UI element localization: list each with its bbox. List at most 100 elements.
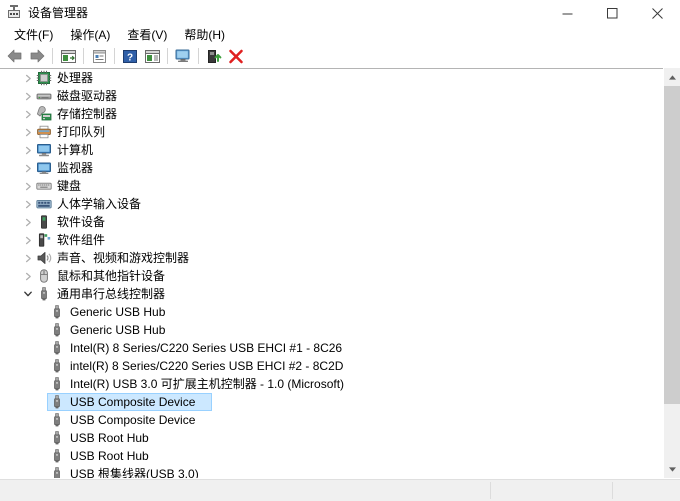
scroll-down-button[interactable] xyxy=(664,461,680,478)
vertical-scrollbar[interactable] xyxy=(663,68,680,478)
usb-device-icon xyxy=(49,358,65,374)
scroll-up-button[interactable] xyxy=(664,69,680,86)
menu-bar: 文件(F) 操作(A) 查看(V) 帮助(H) xyxy=(0,26,680,45)
menu-help[interactable]: 帮助(H) xyxy=(176,27,234,44)
display-icon xyxy=(175,49,190,62)
minimize-icon xyxy=(562,13,573,14)
device-tree-pane[interactable]: 处理器 磁盘驱动器 存储控制器 打印队列 计算机 监视器 键盘 人体学输入设备 … xyxy=(0,68,680,478)
scrollbar-thumb[interactable] xyxy=(664,86,680,404)
scan-hardware-changes-button[interactable] xyxy=(141,46,163,66)
tree-leaf-generic-usb-hub-1[interactable]: Generic USB Hub xyxy=(0,303,663,321)
tree-node-print-queues[interactable]: 打印队列 xyxy=(0,123,663,141)
mouse-icon xyxy=(36,268,52,284)
usb-controller-icon xyxy=(36,286,52,302)
chevron-right-icon[interactable] xyxy=(20,249,36,267)
properties-icon xyxy=(92,49,106,63)
help-button[interactable]: ? xyxy=(119,46,141,66)
scrollbar-track[interactable] xyxy=(664,404,680,461)
back-button[interactable] xyxy=(4,46,26,66)
tree-leaf-label: Generic USB Hub xyxy=(70,305,166,319)
tree-node-sound-video-game[interactable]: 声音、视频和游戏控制器 xyxy=(0,249,663,267)
show-hide-console-tree-button[interactable] xyxy=(57,46,79,66)
back-arrow-icon xyxy=(7,49,22,63)
tree-leaf-usb-root-hub-usb30[interactable]: USB 根集线器(USB 3.0) xyxy=(0,465,663,478)
chevron-right-icon[interactable] xyxy=(20,267,36,285)
tree-node-label: 软件组件 xyxy=(57,233,106,247)
close-button[interactable] xyxy=(635,0,680,26)
tree-node-usb-controllers[interactable]: 通用串行总线控制器 xyxy=(0,285,663,303)
toolbar-separator-2 xyxy=(83,48,84,64)
chevron-right-icon[interactable] xyxy=(20,105,36,123)
tree-leaf-intel-ehci-1[interactable]: Intel(R) 8 Series/C220 Series USB EHCI #… xyxy=(0,339,663,357)
tree-node-mice[interactable]: 鼠标和其他指针设备 xyxy=(0,267,663,285)
chevron-right-icon[interactable] xyxy=(20,141,36,159)
uninstall-device-button[interactable] xyxy=(225,46,247,66)
menu-view[interactable]: 查看(V) xyxy=(119,27,176,44)
tree-node-storage-controllers[interactable]: 存储控制器 xyxy=(0,105,663,123)
chevron-right-icon[interactable] xyxy=(20,213,36,231)
forward-button[interactable] xyxy=(26,46,48,66)
tree-leaf-label: Generic USB Hub xyxy=(70,323,166,337)
tree-node-label: 键盘 xyxy=(57,179,82,193)
monitor-icon xyxy=(36,160,52,176)
tree-leaf-generic-usb-hub-2[interactable]: Generic USB Hub xyxy=(0,321,663,339)
tree-leaf-intel-usb3-xhci[interactable]: Intel(R) USB 3.0 可扩展主机控制器 - 1.0 (Microso… xyxy=(0,375,663,393)
toolbar: ? xyxy=(0,45,680,67)
tree-leaf-intel-ehci-2[interactable]: intel(R) 8 Series/C220 Series USB EHCI #… xyxy=(0,357,663,375)
show-hide-console-tree-icon xyxy=(60,49,76,63)
tree-node-disk-drives[interactable]: 磁盘驱动器 xyxy=(0,87,663,105)
tree-node-label: 人体学输入设备 xyxy=(57,197,142,211)
uninstall-device-icon xyxy=(229,49,243,63)
tree-node-computer[interactable]: 计算机 xyxy=(0,141,663,159)
update-driver-icon xyxy=(207,49,221,63)
display-button[interactable] xyxy=(172,46,194,66)
help-icon: ? xyxy=(123,49,137,63)
maximize-button[interactable] xyxy=(590,0,635,26)
storage-controller-icon xyxy=(36,106,52,122)
menu-file[interactable]: 文件(F) xyxy=(6,27,62,44)
tree-leaf-usb-composite-device-selected[interactable]: USB Composite Device xyxy=(0,393,663,411)
usb-device-icon xyxy=(49,412,65,428)
svg-text:?: ? xyxy=(127,52,133,63)
window-title: 设备管理器 xyxy=(28,6,89,20)
tree-node-label: 鼠标和其他指针设备 xyxy=(57,269,166,283)
usb-device-icon xyxy=(49,322,65,338)
chevron-right-icon[interactable] xyxy=(20,195,36,213)
tree-node-processor[interactable]: 处理器 xyxy=(0,69,663,87)
maximize-icon xyxy=(607,7,618,18)
tree-node-keyboards[interactable]: 键盘 xyxy=(0,177,663,195)
processor-icon xyxy=(36,70,52,86)
tree-node-label: 打印队列 xyxy=(57,125,106,139)
tree-leaf-usb-composite-device-2[interactable]: USB Composite Device xyxy=(0,411,663,429)
chevron-right-icon[interactable] xyxy=(20,159,36,177)
software-component-icon xyxy=(36,232,52,248)
tree-leaf-label: USB Composite Device xyxy=(70,395,196,409)
chevron-right-icon[interactable] xyxy=(20,177,36,195)
toolbar-separator-5 xyxy=(198,48,199,64)
status-bar-pane-2 xyxy=(490,482,491,499)
toolbar-separator-4 xyxy=(167,48,168,64)
device-manager-icon xyxy=(6,5,22,21)
chevron-right-icon[interactable] xyxy=(20,69,36,87)
tree-node-software-components[interactable]: 软件组件 xyxy=(0,231,663,249)
status-bar xyxy=(0,479,680,501)
chevron-right-icon[interactable] xyxy=(20,87,36,105)
chevron-down-icon[interactable] xyxy=(20,285,36,303)
tree-leaf-usb-root-hub-1[interactable]: USB Root Hub xyxy=(0,429,663,447)
usb-device-icon xyxy=(49,304,65,320)
chevron-right-icon[interactable] xyxy=(20,123,36,141)
update-driver-button[interactable] xyxy=(203,46,225,66)
chevron-right-icon[interactable] xyxy=(20,231,36,249)
usb-device-icon xyxy=(49,394,65,410)
tree-leaf-usb-root-hub-2[interactable]: USB Root Hub xyxy=(0,447,663,465)
menu-action[interactable]: 操作(A) xyxy=(62,27,119,44)
tree-node-hid[interactable]: 人体学输入设备 xyxy=(0,195,663,213)
minimize-button[interactable] xyxy=(545,0,590,26)
usb-device-icon xyxy=(49,466,65,478)
tree-node-software-devices[interactable]: 软件设备 xyxy=(0,213,663,231)
status-bar-pane-3 xyxy=(612,482,613,499)
tree-node-monitors[interactable]: 监视器 xyxy=(0,159,663,177)
tree-leaf-label: intel(R) 8 Series/C220 Series USB EHCI #… xyxy=(70,359,344,373)
tree-node-label: 存储控制器 xyxy=(57,107,118,121)
properties-button[interactable] xyxy=(88,46,110,66)
